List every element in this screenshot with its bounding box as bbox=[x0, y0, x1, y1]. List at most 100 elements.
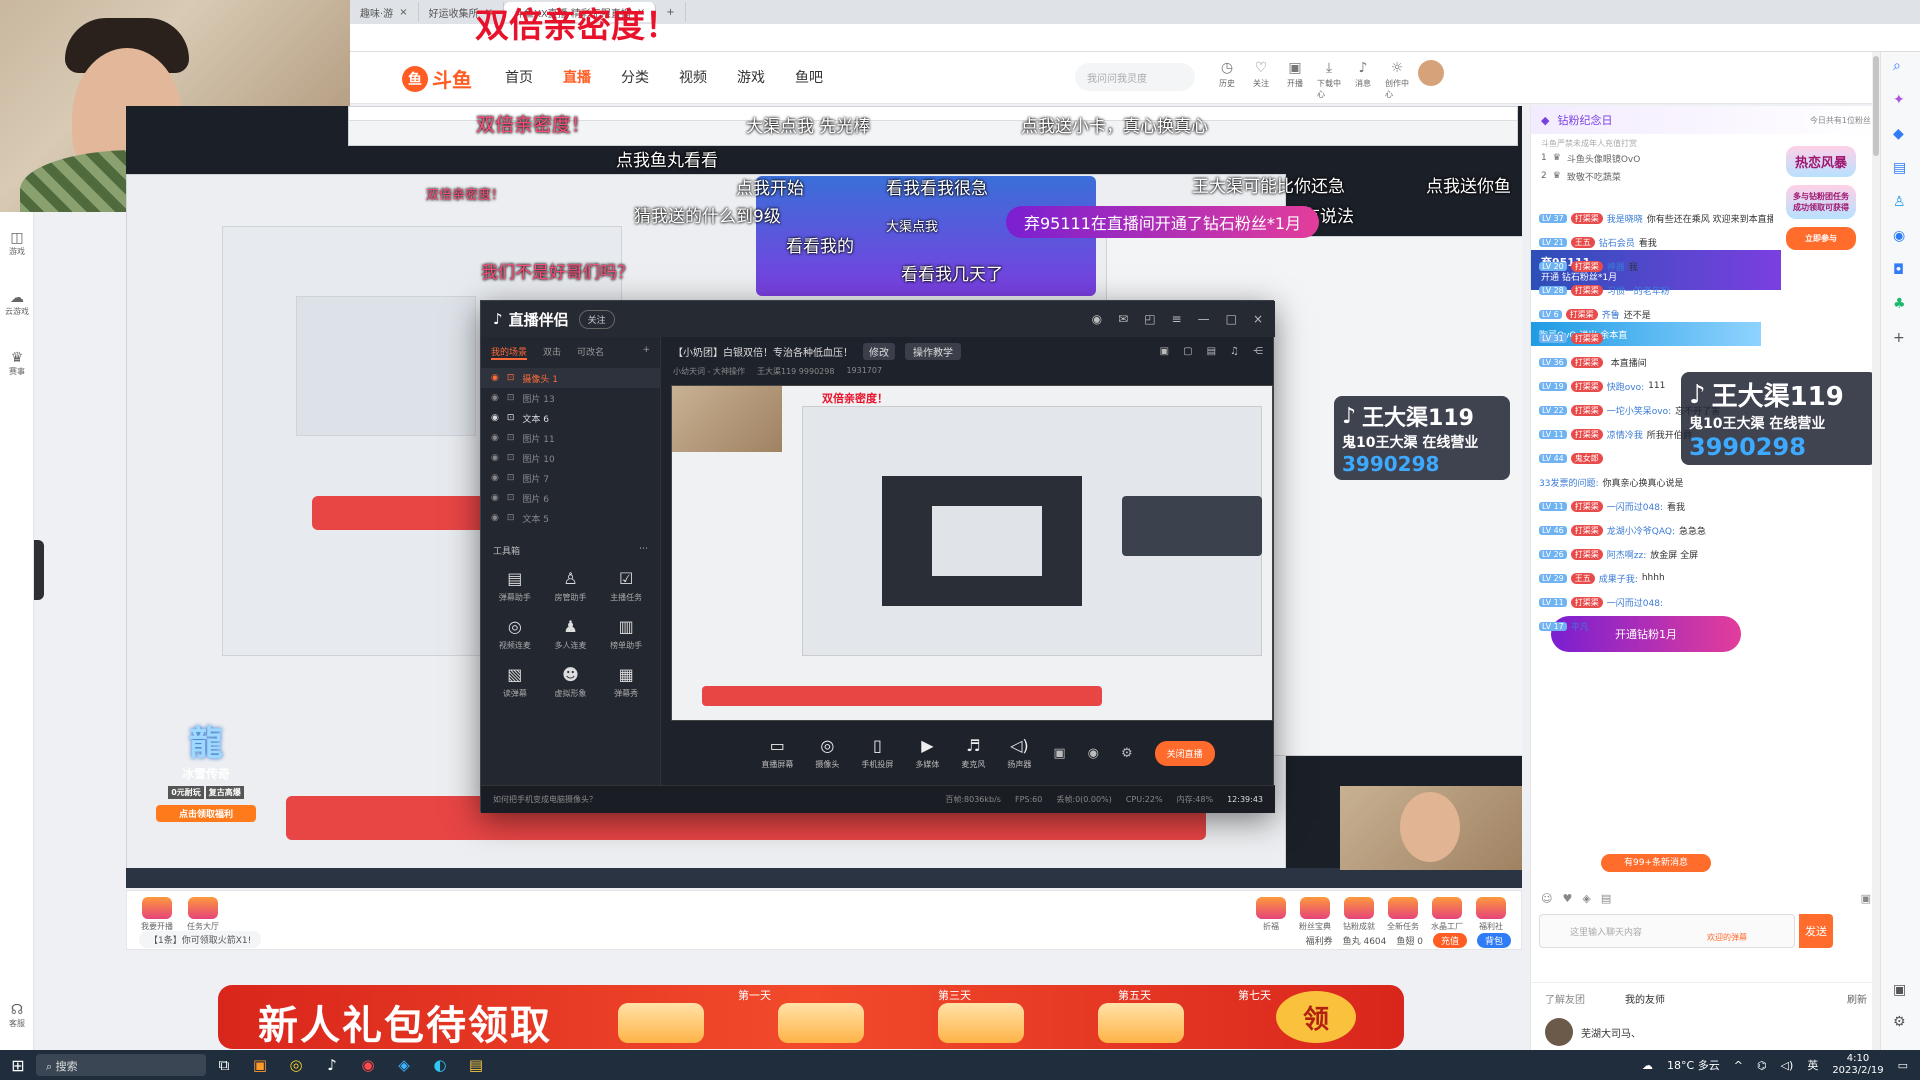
eye-icon[interactable]: ◉ bbox=[491, 413, 499, 423]
layer-item[interactable]: ◉ ⊡ 图片 10 bbox=[481, 448, 660, 468]
go-live-button[interactable]: ▣ 开播 bbox=[1283, 60, 1307, 100]
scrollbar-thumb[interactable] bbox=[1873, 56, 1879, 156]
chat-username[interactable]: 齐鲁 bbox=[1602, 308, 1620, 321]
chrome-icon[interactable]: ◎ bbox=[278, 1056, 314, 1074]
maximize-icon[interactable]: □ bbox=[1226, 312, 1237, 326]
fan-badge-icon[interactable]: ♥ bbox=[1562, 892, 1572, 905]
tool-multi-link[interactable]: ♟ 多人连麦 bbox=[543, 617, 599, 651]
avatar[interactable] bbox=[1418, 60, 1444, 100]
tool-avatar[interactable]: ☻ 虚拟形象 bbox=[543, 665, 599, 699]
tool-rank-assistant[interactable]: ▥ 榜单助手 bbox=[598, 617, 654, 651]
layer-item[interactable]: ◉ ⊡ 图片 6 bbox=[481, 488, 660, 508]
friend-name[interactable]: 芜湖大司马、 bbox=[1581, 1025, 1641, 1040]
danmu-style-icon[interactable]: ▤ bbox=[1601, 892, 1611, 905]
eye-icon[interactable]: ◉ bbox=[1088, 746, 1099, 761]
sidebar-item-events[interactable]: ♛ 赛事 bbox=[4, 350, 30, 377]
chat-message[interactable]: LV 31 打渠渠 bbox=[1539, 326, 1773, 350]
tool-read-danmu[interactable]: ▧ 读弹幕 bbox=[487, 665, 543, 699]
eye-icon[interactable]: ◉ bbox=[491, 473, 499, 483]
phone-cast-button[interactable]: ▯ 手机投屏 bbox=[861, 736, 893, 770]
chat-message[interactable]: LV 21 王五 钻石会员 看我 bbox=[1539, 230, 1773, 254]
layer-item[interactable]: ◉ ⊡ 图片 13 bbox=[481, 388, 660, 408]
eye-icon[interactable]: ◉ bbox=[491, 373, 499, 383]
gift-start-live[interactable]: 我要开播 bbox=[137, 897, 177, 932]
gift-icon[interactable]: ◰ bbox=[1144, 312, 1155, 326]
layer-item[interactable]: ◉ ⊡ 图片 7 bbox=[481, 468, 660, 488]
gift-item[interactable]: 钻粉成就 bbox=[1339, 897, 1379, 932]
edit-title-button[interactable]: 修改 bbox=[863, 343, 895, 360]
chevron-up-icon[interactable]: ^ bbox=[1734, 1059, 1743, 1072]
task-view-icon[interactable]: ⧉ bbox=[206, 1056, 242, 1074]
chat-username[interactable]: 龙湖小冷爷QAQ: bbox=[1607, 524, 1675, 537]
chat-username[interactable]: 神器 bbox=[1607, 260, 1625, 273]
close-icon[interactable]: × bbox=[399, 7, 407, 18]
lock-icon[interactable]: ⊡ bbox=[507, 393, 515, 403]
tab-rename[interactable]: 可改名 bbox=[577, 345, 604, 360]
network-icon[interactable]: ⌬ bbox=[1757, 1059, 1767, 1072]
tab-my-friends[interactable]: 我的友师 bbox=[1625, 991, 1665, 1006]
eye-icon[interactable]: ◉ bbox=[491, 513, 499, 523]
lock-icon[interactable]: ⊡ bbox=[507, 453, 515, 463]
messages-button[interactable]: ♪ 消息 bbox=[1351, 60, 1375, 100]
chat-message[interactable]: LV 46 打渠渠 龙湖小冷爷QAQ: 急急急 bbox=[1539, 518, 1773, 542]
sidebar-item-support[interactable]: ☊ 客服 bbox=[4, 1002, 30, 1029]
lock-icon[interactable]: ⊡ bbox=[507, 433, 515, 443]
tool-danmu-assistant[interactable]: ▤ 弹幕助手 bbox=[487, 569, 543, 603]
lock-icon[interactable]: ⊡ bbox=[507, 513, 515, 523]
chat-message[interactable]: LV 6 打渠渠 齐鲁 还不是 bbox=[1539, 302, 1773, 326]
creator-center-button[interactable]: ☼ 创作中心 bbox=[1385, 60, 1409, 100]
circle-icon[interactable]: ◉ bbox=[1893, 228, 1905, 244]
rank-row[interactable]: 1 ♛ 斗鱼头像眼镜OvO bbox=[1541, 149, 1771, 167]
gear-icon[interactable]: ⚙ bbox=[1121, 746, 1133, 761]
gift-task-hall[interactable]: 任务大厅 bbox=[183, 897, 223, 932]
lock-icon[interactable]: ⊡ bbox=[507, 373, 515, 383]
stop-live-button[interactable]: 关闭直播 bbox=[1154, 740, 1215, 766]
chat-message[interactable]: LV 37 打渠渠 我是晓晓 你有些还在乘风 欢迎来到本直播间 bbox=[1539, 206, 1773, 230]
dragon-cta-button[interactable]: 点击领取福利 bbox=[156, 805, 256, 822]
layer-item[interactable]: ◉ ⊡ 文本 6 bbox=[481, 408, 660, 428]
chat-username[interactable]: 33发票的问题: bbox=[1539, 476, 1599, 489]
share-icon[interactable]: ⋲ bbox=[1253, 346, 1263, 357]
app-icon[interactable]: ◈ bbox=[386, 1056, 422, 1074]
layout-icon[interactable]: ▣ bbox=[1160, 346, 1169, 357]
gear-icon[interactable]: ⚙ bbox=[1893, 1014, 1906, 1030]
weather-text[interactable]: 18°C 多云 bbox=[1667, 1057, 1720, 1073]
search-icon[interactable]: ⌕ bbox=[1893, 58, 1901, 74]
tab-my-scenes[interactable]: 我的场景 bbox=[491, 345, 528, 360]
sidebar-collapse-handle[interactable] bbox=[34, 540, 44, 600]
send-button[interactable]: 发送 bbox=[1799, 914, 1833, 948]
tab-learn-friends[interactable]: 了解友团 bbox=[1545, 991, 1585, 1006]
chat-message[interactable]: LV 29 王五 成果子我: hhhh bbox=[1539, 566, 1773, 590]
love-storm-card[interactable]: 热恋风暴 bbox=[1786, 146, 1856, 177]
gift-item[interactable]: 全新任务 bbox=[1383, 897, 1423, 932]
minimize-icon[interactable]: — bbox=[1198, 312, 1210, 326]
page-scrollbar[interactable] bbox=[1872, 52, 1880, 1050]
join-now-button[interactable]: 立即参与 bbox=[1786, 227, 1856, 250]
speaker-button[interactable]: ◁) 扬声器 bbox=[1007, 736, 1031, 770]
panel-icon[interactable]: ▤ bbox=[1207, 346, 1216, 357]
avatar[interactable] bbox=[1545, 1018, 1573, 1046]
screen-capture-button[interactable]: ▭ 直播屏幕 bbox=[761, 736, 793, 770]
nav-item-games[interactable]: 游戏 bbox=[737, 67, 765, 87]
taskbar-search[interactable]: ⌕ 搜索 bbox=[36, 1054, 206, 1076]
sidebar-item-cloud-games[interactable]: ☁ 云游戏 bbox=[4, 290, 30, 317]
nav-item-fishbar[interactable]: 鱼吧 bbox=[795, 67, 823, 87]
dragon-game-ad[interactable]: 龍 冰雪传奇 0元耐玩 复古高爆 点击领取福利 bbox=[156, 716, 256, 836]
chat-username[interactable]: 习惯一的老年粉 bbox=[1607, 284, 1670, 297]
dragon-btn-2[interactable]: 复古高爆 bbox=[205, 786, 244, 799]
rank-row[interactable]: 2 ♛ 致敬不吃蔬菜 bbox=[1541, 167, 1771, 185]
refresh-button[interactable]: 刷新 bbox=[1847, 991, 1867, 1006]
search-input[interactable]: 我问问我灵度 bbox=[1075, 63, 1195, 91]
eye-icon[interactable]: ◉ bbox=[491, 493, 499, 503]
tab-double-click[interactable]: 双击 bbox=[543, 345, 561, 360]
microphone-button[interactable]: ♬ 麦克风 bbox=[961, 736, 985, 770]
chat-message[interactable]: LV 11 打渠渠 一闪而过048: bbox=[1539, 590, 1773, 614]
history-button[interactable]: ◷ 历史 bbox=[1215, 60, 1239, 100]
panel-icon[interactable]: ▣ bbox=[1893, 982, 1906, 998]
backpack-button[interactable]: 背包 bbox=[1476, 933, 1511, 948]
lock-icon[interactable]: ⊡ bbox=[507, 493, 515, 503]
recharge-button[interactable]: 充值 bbox=[1432, 933, 1467, 948]
chat-message[interactable]: 33发票的问题: 你真亲心换真心说是 bbox=[1539, 470, 1773, 494]
app-icon[interactable]: ▣ bbox=[242, 1056, 278, 1074]
download-button[interactable]: ⤓ 下载中心 bbox=[1317, 60, 1341, 100]
